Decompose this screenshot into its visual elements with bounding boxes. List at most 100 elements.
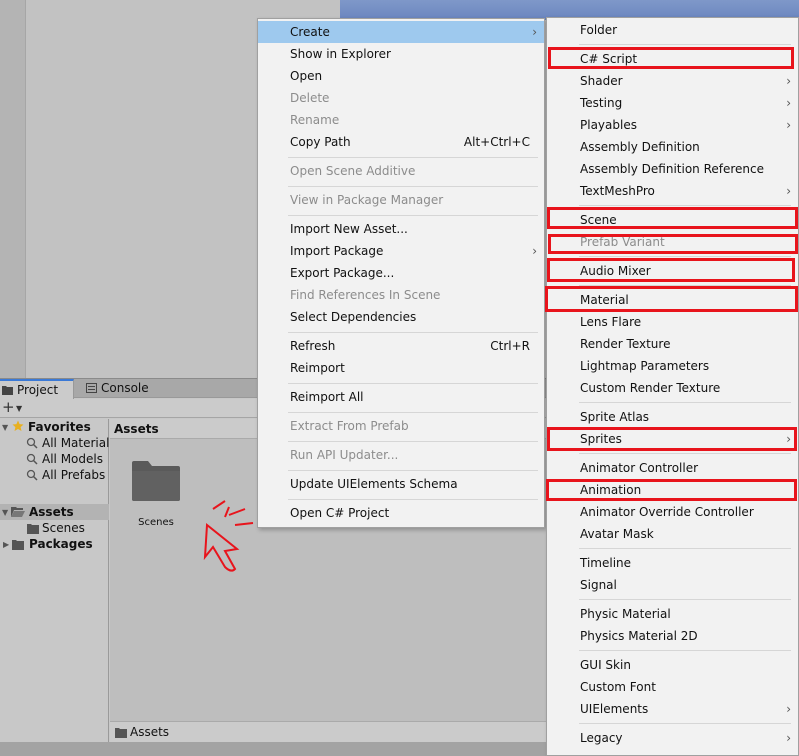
menu-separator bbox=[579, 650, 791, 651]
menu-item-show-in-explorer[interactable]: Show in Explorer bbox=[258, 43, 544, 65]
menu-item-label: Copy Path bbox=[290, 135, 351, 149]
create-submenu: Folder C# Script Shader › Testing › Play… bbox=[546, 17, 799, 756]
submenu-arrow-icon: › bbox=[786, 184, 791, 198]
menu-item-refresh[interactable]: Refresh Ctrl+R bbox=[258, 335, 544, 357]
menu-item-delete[interactable]: Delete bbox=[258, 87, 544, 109]
menu-item-animator-override-controller[interactable]: Animator Override Controller bbox=[547, 501, 798, 523]
menu-item-open[interactable]: Open bbox=[258, 65, 544, 87]
menu-item-timeline[interactable]: Timeline bbox=[547, 552, 798, 574]
menu-item-export-package[interactable]: Export Package... bbox=[258, 262, 544, 284]
folder-label: Scenes bbox=[138, 517, 174, 528]
folder-icon bbox=[27, 524, 39, 534]
menu-separator bbox=[288, 186, 538, 187]
tab-project-label: Project bbox=[17, 383, 59, 397]
folder-item-scenes[interactable]: Scenes bbox=[128, 459, 184, 529]
submenu-arrow-icon: › bbox=[532, 244, 537, 258]
menu-item-reimport-all[interactable]: Reimport All bbox=[258, 386, 544, 408]
menu-item-playables[interactable]: Playables › bbox=[547, 114, 798, 136]
folder-icon bbox=[12, 540, 24, 550]
tree-assets[interactable]: Assets bbox=[29, 504, 74, 520]
menu-separator bbox=[579, 44, 791, 45]
menu-item-create[interactable]: Create › bbox=[258, 21, 544, 43]
menu-item-assembly-definition[interactable]: Assembly Definition bbox=[547, 136, 798, 158]
menu-item-custom-font[interactable]: Custom Font bbox=[547, 676, 798, 698]
menu-item-signal[interactable]: Signal bbox=[547, 574, 798, 596]
path-bar: Assets bbox=[110, 721, 560, 742]
menu-separator bbox=[288, 412, 538, 413]
menu-separator bbox=[579, 285, 791, 286]
menu-item-shader[interactable]: Shader › bbox=[547, 70, 798, 92]
menu-item-sprites[interactable]: Sprites › bbox=[547, 428, 798, 450]
menu-item-view-in-package-manager[interactable]: View in Package Manager bbox=[258, 189, 544, 211]
tree-all-models[interactable]: All Models bbox=[42, 451, 103, 467]
submenu-arrow-icon: › bbox=[786, 96, 791, 110]
menu-item-label: Playables bbox=[580, 118, 637, 132]
menu-item-scene[interactable]: Scene bbox=[547, 209, 798, 231]
menu-item-assembly-definition-reference[interactable]: Assembly Definition Reference bbox=[547, 158, 798, 180]
tab-console[interactable]: Console bbox=[84, 379, 164, 399]
menu-item-uielements[interactable]: UIElements › bbox=[547, 698, 798, 720]
hierarchy-strip bbox=[0, 0, 26, 378]
menu-item-folder[interactable]: Folder bbox=[547, 19, 798, 41]
menu-separator bbox=[288, 470, 538, 471]
path-label: Assets bbox=[130, 725, 170, 739]
menu-item-open-csharp-project[interactable]: Open C# Project bbox=[258, 502, 544, 524]
menu-item-lens-flare[interactable]: Lens Flare bbox=[547, 311, 798, 333]
tree-all-prefabs[interactable]: All Prefabs bbox=[42, 467, 105, 483]
menu-item-textmeshpro[interactable]: TextMeshPro › bbox=[547, 180, 798, 202]
menu-item-custom-render-texture[interactable]: Custom Render Texture bbox=[547, 377, 798, 399]
menu-item-extract-from-prefab[interactable]: Extract From Prefab bbox=[258, 415, 544, 437]
collapse-arrow-icon[interactable]: ▶ bbox=[3, 540, 9, 549]
menu-item-physics-material-2d[interactable]: Physics Material 2D bbox=[547, 625, 798, 647]
menu-item-gui-skin[interactable]: GUI Skin bbox=[547, 654, 798, 676]
menu-separator bbox=[579, 723, 791, 724]
menu-separator bbox=[288, 157, 538, 158]
menu-item-audio-mixer[interactable]: Audio Mixer bbox=[547, 260, 798, 282]
menu-item-render-texture[interactable]: Render Texture bbox=[547, 333, 798, 355]
menu-item-import-package[interactable]: Import Package › bbox=[258, 240, 544, 262]
menu-item-update-uielements-schema[interactable]: Update UIElements Schema bbox=[258, 473, 544, 495]
menu-item-physic-material[interactable]: Physic Material bbox=[547, 603, 798, 625]
dropdown-arrow-icon: ▼ bbox=[16, 404, 23, 413]
tab-console-label: Console bbox=[101, 381, 149, 395]
menu-item-animation[interactable]: Animation bbox=[547, 479, 798, 501]
tab-project[interactable]: Project bbox=[0, 379, 74, 399]
menu-item-copy-path[interactable]: Copy Path Alt+Ctrl+C bbox=[258, 131, 544, 153]
menu-item-label: UIElements bbox=[580, 702, 649, 716]
menu-item-material[interactable]: Material bbox=[547, 289, 798, 311]
menu-separator bbox=[579, 205, 791, 206]
tree-packages[interactable]: Packages bbox=[29, 536, 93, 552]
tree-scenes[interactable]: Scenes bbox=[42, 520, 85, 536]
menu-item-rename[interactable]: Rename bbox=[258, 109, 544, 131]
menu-item-animator-controller[interactable]: Animator Controller bbox=[547, 457, 798, 479]
menu-item-label: Import Package bbox=[290, 244, 384, 258]
expand-arrow-icon[interactable]: ▼ bbox=[2, 423, 8, 432]
shortcut-label: Alt+Ctrl+C bbox=[463, 135, 530, 149]
project-tree: ▼ Favorites All Materials All Models All… bbox=[0, 419, 116, 742]
menu-item-run-api-updater[interactable]: Run API Updater... bbox=[258, 444, 544, 466]
star-icon bbox=[12, 420, 24, 431]
menu-separator bbox=[579, 548, 791, 549]
menu-separator bbox=[288, 383, 538, 384]
tree-favorites[interactable]: Favorites bbox=[28, 419, 91, 435]
menu-separator bbox=[579, 453, 791, 454]
add-asset-button[interactable]: + ▼ bbox=[1, 399, 25, 418]
shortcut-label: Ctrl+R bbox=[490, 339, 530, 353]
menu-item-csharp-script[interactable]: C# Script bbox=[547, 48, 798, 70]
tree-all-materials[interactable]: All Materials bbox=[42, 435, 116, 451]
submenu-arrow-icon: › bbox=[786, 702, 791, 716]
menu-item-prefab-variant[interactable]: Prefab Variant bbox=[547, 231, 798, 253]
open-folder-icon bbox=[11, 507, 25, 517]
menu-item-find-references[interactable]: Find References In Scene bbox=[258, 284, 544, 306]
menu-item-avatar-mask[interactable]: Avatar Mask bbox=[547, 523, 798, 545]
menu-item-select-dependencies[interactable]: Select Dependencies bbox=[258, 306, 544, 328]
menu-item-testing[interactable]: Testing › bbox=[547, 92, 798, 114]
menu-item-lightmap-parameters[interactable]: Lightmap Parameters bbox=[547, 355, 798, 377]
menu-item-sprite-atlas[interactable]: Sprite Atlas bbox=[547, 406, 798, 428]
submenu-arrow-icon: › bbox=[786, 74, 791, 88]
menu-item-legacy[interactable]: Legacy › bbox=[547, 727, 798, 749]
menu-item-open-scene-additive[interactable]: Open Scene Additive bbox=[258, 160, 544, 182]
menu-item-reimport[interactable]: Reimport bbox=[258, 357, 544, 379]
menu-item-import-new-asset[interactable]: Import New Asset... bbox=[258, 218, 544, 240]
expand-arrow-icon[interactable]: ▼ bbox=[2, 508, 8, 517]
